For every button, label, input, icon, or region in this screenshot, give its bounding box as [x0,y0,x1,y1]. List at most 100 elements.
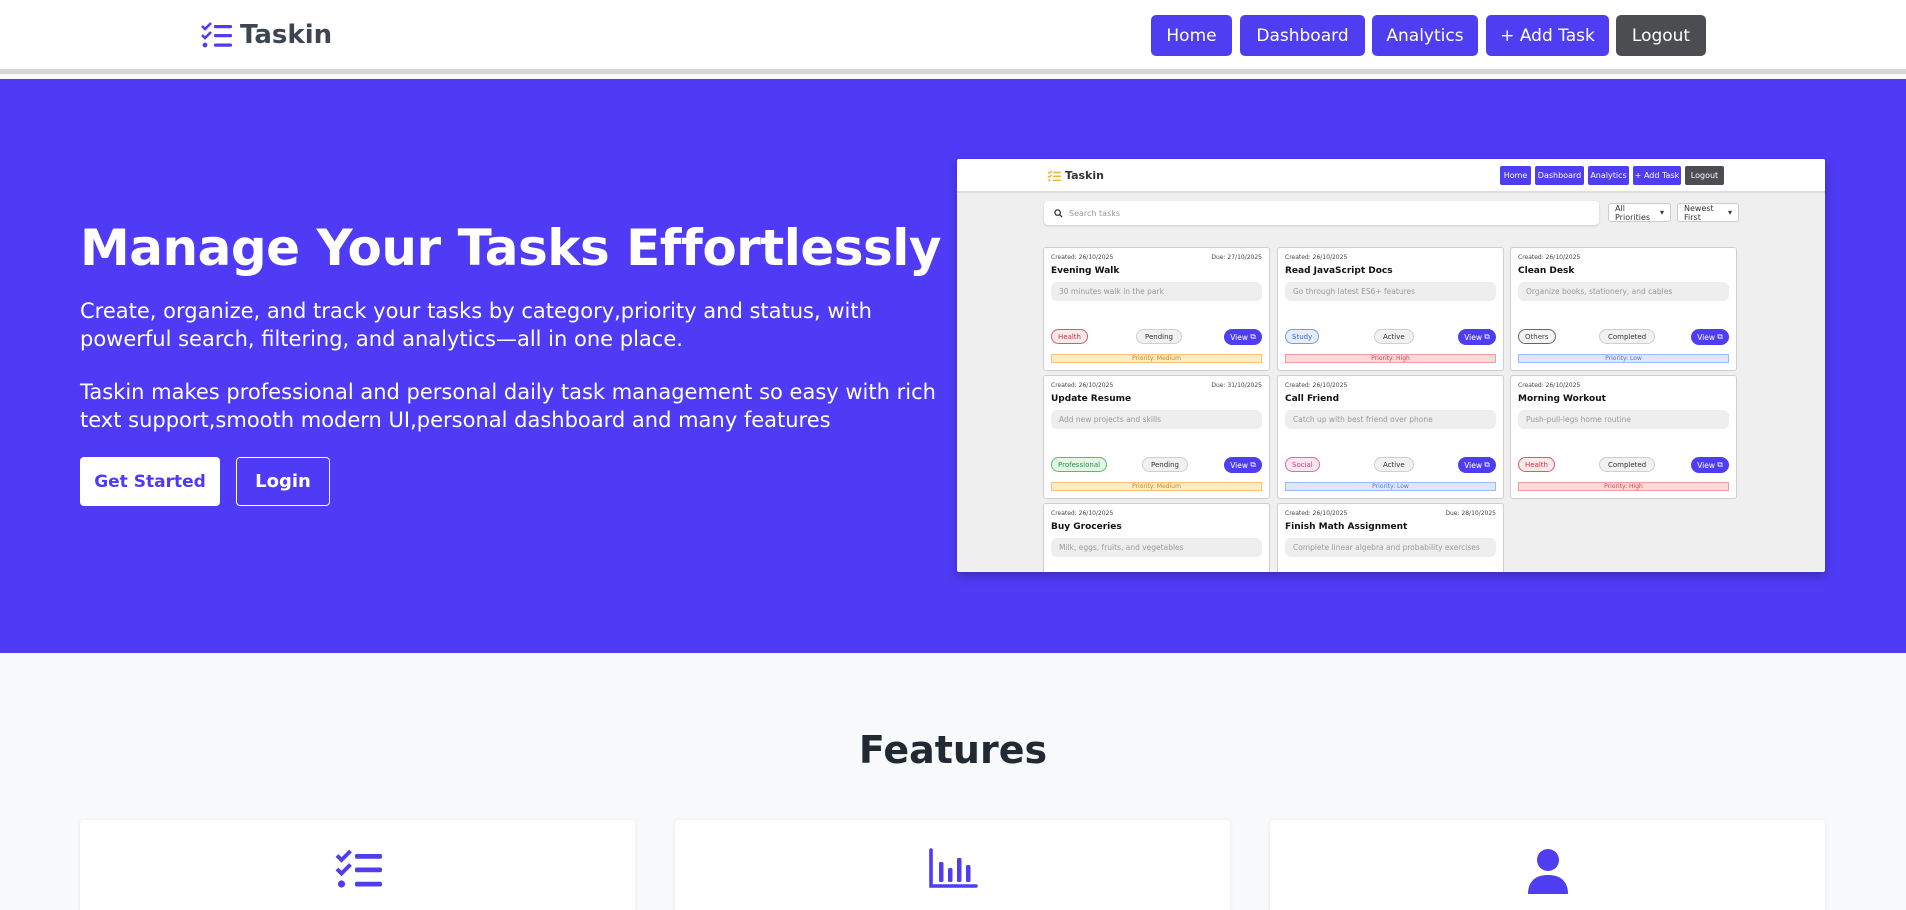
preview-nav-add-task: + Add Task [1633,166,1681,185]
card-title: Finish Math Assignment [1285,522,1408,532]
preview-search-input: Search tasks [1044,201,1599,225]
card-title: Update Resume [1051,394,1132,404]
preview-nav-logout: Logout [1685,166,1724,185]
card-category: Health [1518,457,1555,472]
card-title: Buy Groceries [1051,522,1122,532]
preview-nav-home: Home [1500,166,1531,185]
app-preview-image: Taskin Home Dashboard Analytics + Add Ta… [957,159,1825,572]
card-description: Go through latest ES6+ features [1285,282,1496,301]
card-view-label: View [1697,332,1716,342]
brand[interactable]: Taskin [200,20,332,50]
card-created: Created: 26/10/2025 [1051,254,1114,261]
card-priority: Priority: High [1285,354,1496,363]
preview-search-icon [1054,208,1063,218]
hero-title: Manage Your Tasks Effortlessly [80,219,942,277]
bar-chart-icon [928,848,978,888]
card-priority: Priority: High [1518,482,1729,491]
preview-sort-value: Newest First [1684,203,1714,222]
card-description: Organize books, stationery, and cables [1518,282,1729,301]
card-due: Due: 28/10/2025 [1445,510,1496,517]
nav-add-task-button[interactable]: + Add Task [1486,15,1609,56]
feature-card-analytics [675,820,1230,910]
user-icon [1527,849,1568,894]
preview-task-card: Created: 26/10/2025 Due: 27/10/2025 Even… [1043,247,1270,371]
card-created: Created: 26/10/2025 [1051,510,1114,517]
preview-brand: Taskin [1047,169,1104,182]
navbar: Taskin Home Dashboard Analytics + Add Ta… [0,0,1906,74]
card-view-button: View ⧉ [1458,329,1496,345]
features-heading: Features [858,728,1048,772]
preview-brand-name: Taskin [1065,169,1104,182]
card-description: Milk, eggs, fruits, and vegetables [1051,538,1262,557]
card-description: Complete linear algebra and probability … [1285,538,1496,557]
card-created: Created: 26/10/2025 [1051,382,1114,389]
card-created: Created: 26/10/2025 [1518,254,1581,261]
card-title: Clean Desk [1518,266,1575,276]
preview-priority-value: All Priorities [1615,203,1651,222]
preview-task-card: Created: 26/10/2025 Due: 31/10/2025 Upda… [1043,375,1270,499]
preview-nav-analytics: Analytics [1588,166,1629,185]
login-button[interactable]: Login [236,457,330,506]
card-view-label: View [1230,332,1249,342]
feature-card-tasks [80,820,635,910]
card-category: Health [1051,329,1088,344]
card-title: Morning Workout [1518,394,1606,404]
preview-task-card: Created: 26/10/2025 Call Friend Catch up… [1277,375,1504,499]
card-description: Add new projects and skills [1051,410,1262,429]
card-description: Catch up with best friend over phone [1285,410,1496,429]
card-category: Others [1518,329,1556,344]
nav-analytics-button[interactable]: Analytics [1372,15,1478,56]
card-status: Pending [1142,457,1188,472]
hero-description: Create, organize, and track your tasks b… [80,299,872,351]
card-category: Professional [1051,457,1108,472]
task-list-icon [335,849,382,888]
preview-task-list-icon [1047,169,1061,181]
card-status: Completed [1599,457,1656,472]
card-view-label: View [1697,460,1716,470]
card-view-button: View ⧉ [1691,329,1729,345]
card-priority: Priority: Low [1285,482,1496,491]
card-title: Read JavaScript Docs [1285,266,1393,276]
card-priority: Priority: Medium [1051,482,1262,491]
preview-sort-select: Newest First ▾ [1677,203,1739,222]
preview-task-card: Created: 26/10/2025 Clean Desk Organize … [1510,247,1737,371]
preview-search-placeholder: Search tasks [1069,208,1121,218]
card-due: Due: 27/10/2025 [1211,254,1262,261]
preview-task-card: Created: 26/10/2025 Read JavaScript Docs… [1277,247,1504,371]
preview-navbar: Taskin Home Dashboard Analytics + Add Ta… [957,159,1825,193]
feature-card-profile [1270,820,1825,910]
card-status: Active [1374,457,1414,472]
hero-section: Manage Your Tasks Effortlessly Create, o… [0,79,1906,653]
get-started-button[interactable]: Get Started [80,457,220,506]
card-created: Created: 26/10/2025 [1285,382,1348,389]
card-priority: Priority: Medium [1051,354,1262,363]
card-view-button: View ⧉ [1224,329,1262,345]
card-created: Created: 26/10/2025 [1518,382,1581,389]
card-status: Completed [1599,329,1656,344]
brand-name: Taskin [240,20,333,50]
card-created: Created: 26/10/2025 [1285,254,1348,261]
hero-subdescription: Taskin makes professional and personal d… [80,380,936,432]
nav-home-button[interactable]: Home [1151,15,1232,56]
card-title: Call Friend [1285,394,1340,404]
nav-logout-button[interactable]: Logout [1616,15,1706,56]
card-description: 30 minutes walk in the park [1051,282,1262,301]
nav-dashboard-button[interactable]: Dashboard [1240,15,1365,56]
card-status: Pending [1136,329,1182,344]
card-view-label: View [1230,460,1249,470]
card-view-button: View ⧉ [1458,457,1496,473]
card-category: Study [1285,329,1320,344]
preview-task-card: Created: 26/10/2025 Buy Groceries Milk, … [1043,503,1270,572]
card-due: Due: 31/10/2025 [1211,382,1262,389]
card-view-button: View ⧉ [1224,457,1262,473]
preview-task-card: Created: 26/10/2025 Due: 28/10/2025 Fini… [1277,503,1504,572]
card-view-button: View ⧉ [1691,457,1729,473]
card-category: Social [1285,457,1320,472]
card-description: Push-pull-legs home routine [1518,410,1729,429]
preview-priority-select: All Priorities ▾ [1608,203,1671,222]
preview-task-card: Created: 26/10/2025 Morning Workout Push… [1510,375,1737,499]
card-priority: Priority: Low [1518,354,1729,363]
task-list-icon [201,22,232,48]
card-status: Active [1374,329,1414,344]
card-view-label: View [1464,460,1483,470]
